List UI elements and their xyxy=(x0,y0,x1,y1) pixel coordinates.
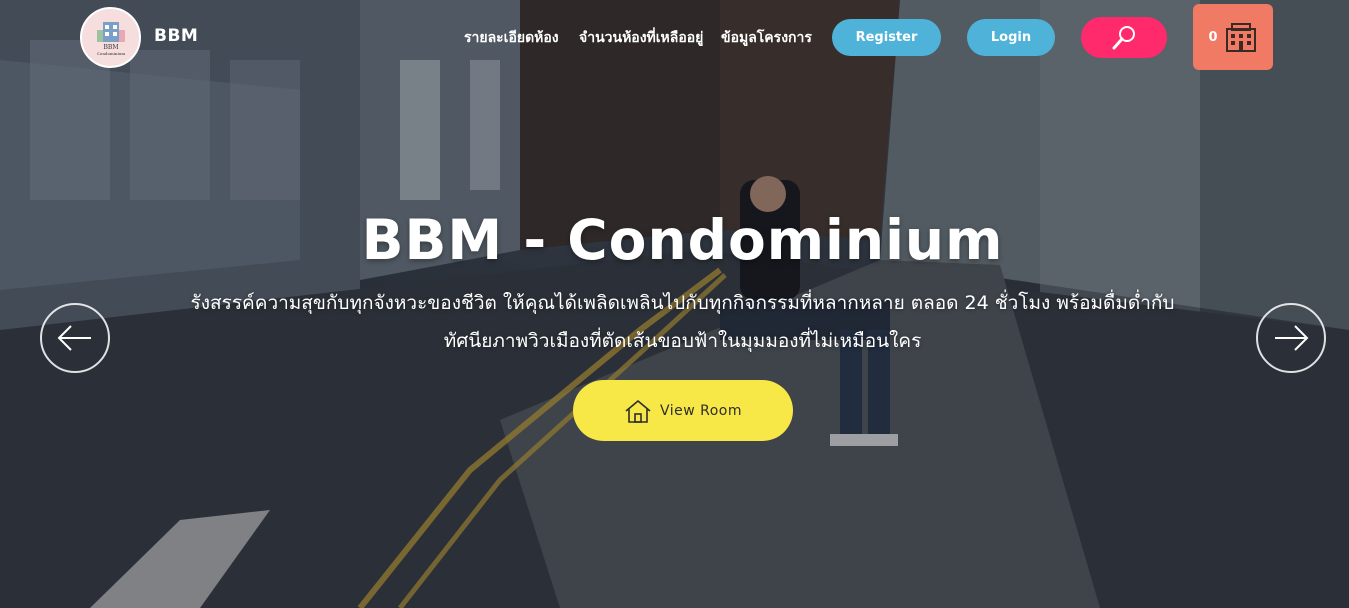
arrow-left-icon xyxy=(57,325,91,351)
top-navbar: BBM Condominium BBM รายละเอียดห้อง จำนวน… xyxy=(0,0,1349,76)
hero-subtitle: รังสรรค์ความสุขกับทุกจังหวะของชีวิต ให้ค… xyxy=(150,284,1215,360)
carousel-next-button[interactable] xyxy=(1256,303,1326,373)
hero-subtitle-line-1: รังสรรค์ความสุขกับทุกจังหวะของชีวิต ให้ค… xyxy=(190,292,1175,314)
svg-text:Condominium: Condominium xyxy=(96,51,125,56)
view-room-label: View Room xyxy=(659,402,743,419)
cart-button[interactable]: 0 xyxy=(1193,4,1273,70)
nav-link-rooms-remaining[interactable]: จำนวนห้องที่เหลืออยู่ xyxy=(579,27,703,49)
nav-link-room-details[interactable]: รายละเอียดห้อง xyxy=(464,27,559,49)
hero-title: BBM - Condominium xyxy=(361,208,1004,272)
view-room-button[interactable]: View Room xyxy=(573,380,793,441)
arrow-right-icon xyxy=(1275,325,1309,351)
carousel-prev-button[interactable] xyxy=(40,303,110,373)
login-button[interactable]: Login xyxy=(967,19,1055,56)
hero-subtitle-line-2: ทัศนียภาพวิวเมืองที่ตัดเส้นขอบฟ้าในมุมมอ… xyxy=(443,330,922,352)
building-icon xyxy=(1225,23,1256,52)
magnifier-icon xyxy=(1112,25,1135,49)
brand-logo[interactable]: BBM Condominium xyxy=(80,7,141,68)
register-button[interactable]: Register xyxy=(832,19,941,56)
search-button[interactable] xyxy=(1081,17,1167,58)
cart-count: 0 xyxy=(1208,29,1218,45)
building-logo-icon: BBM Condominium xyxy=(96,21,125,56)
house-icon xyxy=(625,399,651,423)
nav-link-project-info[interactable]: ข้อมูลโครงการ xyxy=(721,27,812,49)
brand-name[interactable]: BBM xyxy=(154,26,198,46)
svg-text:BBM: BBM xyxy=(103,44,118,51)
